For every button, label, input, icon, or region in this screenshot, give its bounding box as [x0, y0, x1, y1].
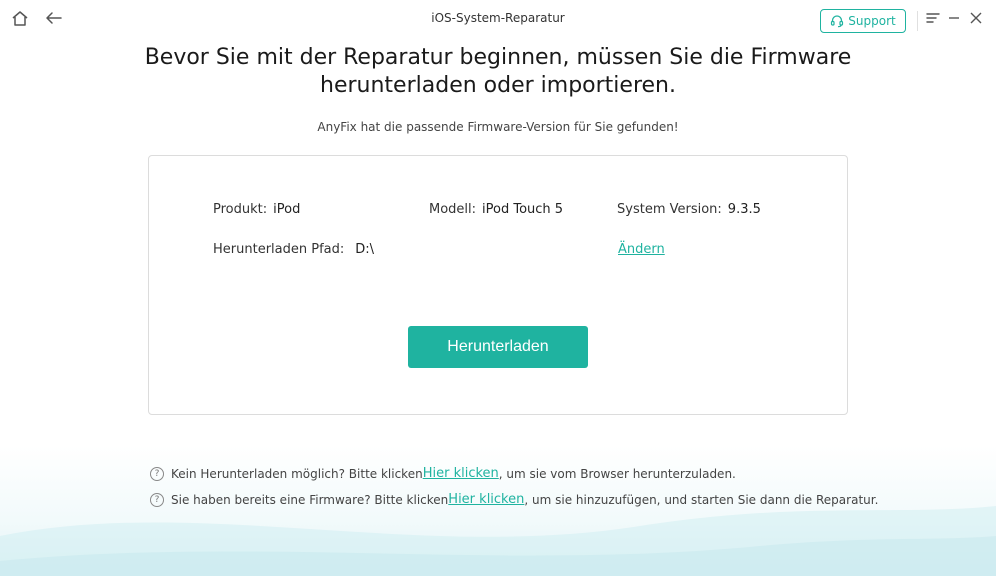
product-value: iPod	[273, 202, 301, 217]
help-text-prefix: Sie haben bereits eine Firmware? Bitte k…	[171, 492, 449, 507]
minimize-icon[interactable]	[943, 8, 965, 28]
product-label: Produkt:	[213, 202, 268, 217]
version-value: 9.3.5	[727, 202, 761, 217]
model-value: iPod Touch 5	[482, 202, 564, 217]
version-label: System Version:	[617, 202, 722, 217]
support-label: Support	[848, 14, 896, 28]
firmware-found-text: AnyFix hat die passende Firmware-Version…	[317, 120, 679, 134]
close-icon[interactable]	[965, 8, 987, 28]
download-path-label: Herunterladen Pfad:	[213, 242, 345, 257]
model-info: Modell: iPod Touch 5	[429, 202, 563, 217]
title-bar: iOS-System-Reparatur Support	[0, 0, 996, 38]
download-path-info: Herunterladen Pfad: D:\	[213, 242, 374, 257]
download-button[interactable]: Herunterladen	[408, 326, 588, 368]
version-info: System Version: 9.3.5	[617, 202, 761, 217]
menu-icon[interactable]	[922, 8, 944, 28]
help-text-suffix: , um sie vom Browser herunterzuladen.	[498, 466, 736, 481]
help-text-suffix: , um sie hinzuzufügen, und starten Sie d…	[524, 492, 879, 507]
help-icon: ?	[150, 466, 164, 481]
help-row-browser: ? Kein Herunterladen möglich? Bitte klic…	[150, 466, 736, 481]
help-row-import: ? Sie haben bereits eine Firmware? Bitte…	[150, 492, 878, 507]
help-icon: ?	[150, 492, 164, 507]
change-path-link[interactable]: Ändern	[618, 242, 665, 257]
download-path-value: D:\	[355, 242, 375, 257]
model-label: Modell:	[429, 202, 477, 217]
firmware-card: Produkt: iPod Modell: iPod Touch 5 System …	[148, 155, 848, 415]
product-info: Produkt: iPod	[213, 202, 300, 217]
headset-icon	[830, 14, 844, 28]
help-text-prefix: Kein Herunterladen möglich? Bitte klicke…	[171, 466, 423, 481]
import-firmware-link[interactable]: Hier klicken	[448, 492, 524, 507]
browser-download-link[interactable]: Hier klicken	[423, 466, 499, 481]
title-separator	[917, 11, 918, 31]
support-button[interactable]: Support	[820, 9, 906, 33]
page-title: Bevor Sie mit der Reparatur beginnen, mü…	[144, 45, 852, 98]
background-wave	[0, 506, 996, 576]
